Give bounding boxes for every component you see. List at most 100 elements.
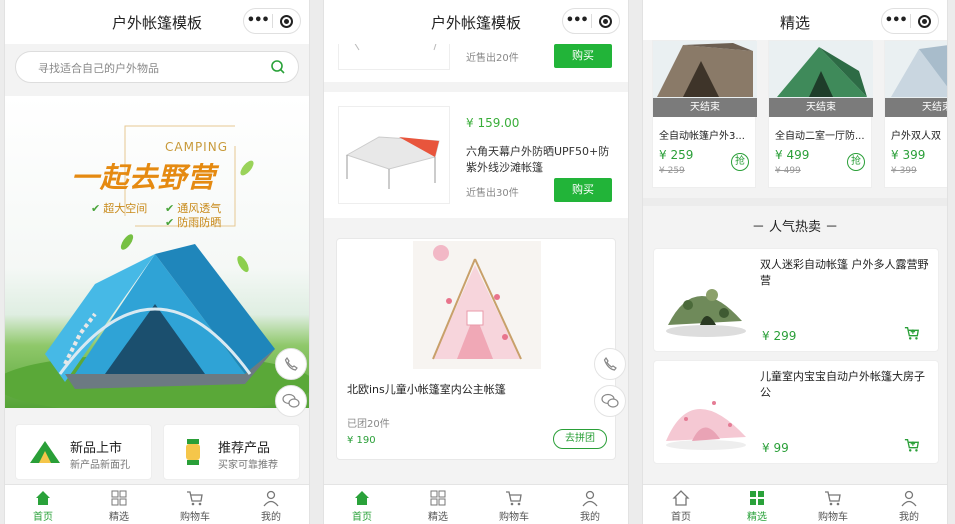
product-title: 六角天幕户外防晒UPF50+防紫外线沙滩帐篷 — [466, 145, 610, 174]
add-to-cart-icon[interactable] — [904, 325, 920, 341]
product-title: 双人迷彩自动帐篷 户外多人露营野营 — [760, 258, 929, 287]
countdown-ribbon: 天结束 — [653, 98, 757, 117]
phone-call-button[interactable] — [275, 348, 307, 380]
product-title: 户外双人双 — [891, 131, 941, 142]
product-price: ¥ 299 — [762, 329, 797, 343]
product-image — [338, 106, 450, 204]
tab-bar: 首页 精选 购物车 我的 — [5, 484, 309, 524]
add-to-cart-icon[interactable] — [904, 437, 920, 453]
tent-icon — [30, 441, 60, 463]
nav-bar: 户外帐篷模板 ••• — [324, 0, 628, 44]
recommend-card[interactable]: 天结束 全自动帐篷户外3... ¥ 259 ¥ 259 抢 — [652, 40, 757, 188]
tab-featured[interactable]: 精选 — [719, 485, 795, 524]
tab-home[interactable]: 首页 — [324, 485, 400, 524]
group-item-title: 北欧ins儿童小帐篷室内公主帐篷 — [347, 383, 506, 396]
tab-mine[interactable]: 我的 — [233, 485, 309, 524]
grid-icon — [750, 491, 764, 505]
product-title: 全自动二室一厅防... — [775, 131, 865, 142]
product-image — [413, 241, 541, 369]
search-input[interactable]: 寻找适合自己的户外物品 — [15, 51, 299, 83]
divider — [643, 198, 947, 206]
tab-featured[interactable]: 精选 — [81, 485, 157, 524]
wechat-icon — [282, 393, 300, 408]
grid-icon — [430, 490, 446, 506]
product-title: 儿童室内宝宝自动户外帐篷大房子公 — [760, 370, 925, 399]
nav-bar: 户外帐篷模板 ••• — [5, 0, 309, 44]
group-item-sold: 已团20件 — [347, 419, 390, 430]
search-icon[interactable] — [270, 59, 286, 75]
original-price: ¥ 499 — [775, 166, 801, 176]
phone-call-button[interactable] — [594, 348, 626, 380]
product-sold: 近售出30件 — [466, 188, 519, 199]
tab-mine[interactable]: 我的 — [871, 485, 947, 524]
lantern-icon — [186, 439, 200, 465]
banner-camping: CAMPING — [165, 140, 228, 154]
recommend-card[interactable]: 天结束 户外双人双 ¥ 399 ¥ 399 — [884, 40, 947, 188]
screen-featured: 精选 ••• 天结束 全自动帐篷户外3... ¥ 259 ¥ 259 抢 天结束… — [642, 0, 948, 524]
cart-icon — [187, 491, 203, 506]
tab-cart[interactable]: 购物车 — [476, 485, 552, 524]
banner-slogan: 一起去野营 — [71, 161, 217, 194]
product-title: 全自动帐篷户外3... — [659, 131, 745, 142]
hot-product-card[interactable]: 双人迷彩自动帐篷 户外多人露营野营 ¥ 299 — [653, 248, 939, 352]
close-miniprogram-icon[interactable] — [911, 14, 939, 28]
quick-entry-recommend[interactable]: 推荐产品 买家可靠推荐 — [163, 424, 300, 480]
tab-featured[interactable]: 精选 — [400, 485, 476, 524]
tab-home[interactable]: 首页 — [5, 485, 81, 524]
grid-icon — [111, 490, 127, 506]
more-icon[interactable]: ••• — [882, 9, 910, 33]
home-icon — [355, 491, 369, 505]
menu-capsule: ••• — [562, 8, 620, 34]
chat-button[interactable] — [275, 385, 307, 417]
wechat-icon — [601, 393, 619, 408]
screen-home: 户外帐篷模板 ••• 寻找适合自己的户外物品 CAMPING 一起去野营 ✔ 超大… — [4, 0, 310, 524]
tab-cart[interactable]: 购物车 — [157, 485, 233, 524]
product-card[interactable]: ¥ 159.00 六角天幕户外防晒UPF50+防紫外线沙滩帐篷 近售出30件 购… — [324, 92, 628, 218]
tab-home[interactable]: 首页 — [643, 485, 719, 524]
phone-icon — [284, 356, 298, 371]
phone-icon — [603, 356, 617, 371]
grab-button[interactable]: 抢 — [731, 153, 749, 171]
home-icon — [672, 490, 690, 506]
cart-icon — [825, 491, 841, 506]
buy-button[interactable]: 购买 — [554, 44, 612, 68]
tab-cart[interactable]: 购物车 — [795, 485, 871, 524]
home-icon — [36, 491, 50, 505]
product-price: ¥ 499 — [775, 148, 810, 162]
product-card[interactable]: 近售出20件 购买 — [324, 33, 628, 82]
product-sold: 近售出20件 — [466, 53, 519, 64]
blue-tent-image — [5, 244, 309, 408]
menu-capsule: ••• — [881, 8, 939, 34]
quick-entry-new[interactable]: 新品上市 新产品新面孔 — [15, 424, 152, 480]
group-buy-button[interactable]: 去拼团 — [553, 429, 607, 449]
tab-mine[interactable]: 我的 — [552, 485, 628, 524]
buy-button[interactable]: 购买 — [554, 178, 612, 202]
user-icon — [901, 490, 917, 507]
section-title-hot: － 人气热卖 － — [751, 220, 839, 235]
countdown-ribbon: 天结束 — [769, 98, 873, 117]
quick-entry-subtitle: 买家可靠推荐 — [218, 460, 278, 471]
group-buy-card[interactable]: 北欧ins儿童小帐篷室内公主帐篷 已团20件 ¥ 190 去拼团 — [336, 238, 616, 460]
close-miniprogram-icon[interactable] — [592, 14, 620, 28]
nav-bar: 精选 ••• — [643, 0, 947, 40]
countdown-ribbon: 天结束 — [885, 98, 947, 117]
screen-product-list: 户外帐篷模板 ••• 近售出20件 购买 ¥ 159.00 六角天幕户外防晒UP… — [323, 0, 629, 524]
search-placeholder: 寻找适合自己的户外物品 — [38, 62, 159, 75]
banner-feature: ✔ 超大空间 — [91, 202, 148, 215]
cart-icon — [506, 491, 522, 506]
quick-entry-title: 新品上市 — [70, 441, 123, 456]
close-miniprogram-icon[interactable] — [273, 14, 301, 28]
more-icon[interactable]: ••• — [563, 9, 591, 33]
chat-button[interactable] — [594, 385, 626, 417]
hot-product-card[interactable]: 儿童室内宝宝自动户外帐篷大房子公 ¥ 99 — [653, 360, 939, 464]
grab-button[interactable]: 抢 — [847, 153, 865, 171]
product-image — [666, 401, 746, 450]
recommend-card[interactable]: 天结束 全自动二室一厅防... ¥ 499 ¥ 499 抢 — [768, 40, 873, 188]
product-price: ¥ 159.00 — [466, 116, 520, 130]
more-icon[interactable]: ••• — [244, 9, 272, 33]
leaf-icon — [120, 234, 134, 250]
leaf-icon — [240, 160, 254, 176]
banner[interactable]: CAMPING 一起去野营 ✔ 超大空间 ✔ 通风透气 ✔ 防雨防晒 — [5, 96, 309, 408]
user-icon — [582, 490, 598, 507]
original-price: ¥ 399 — [891, 166, 917, 176]
